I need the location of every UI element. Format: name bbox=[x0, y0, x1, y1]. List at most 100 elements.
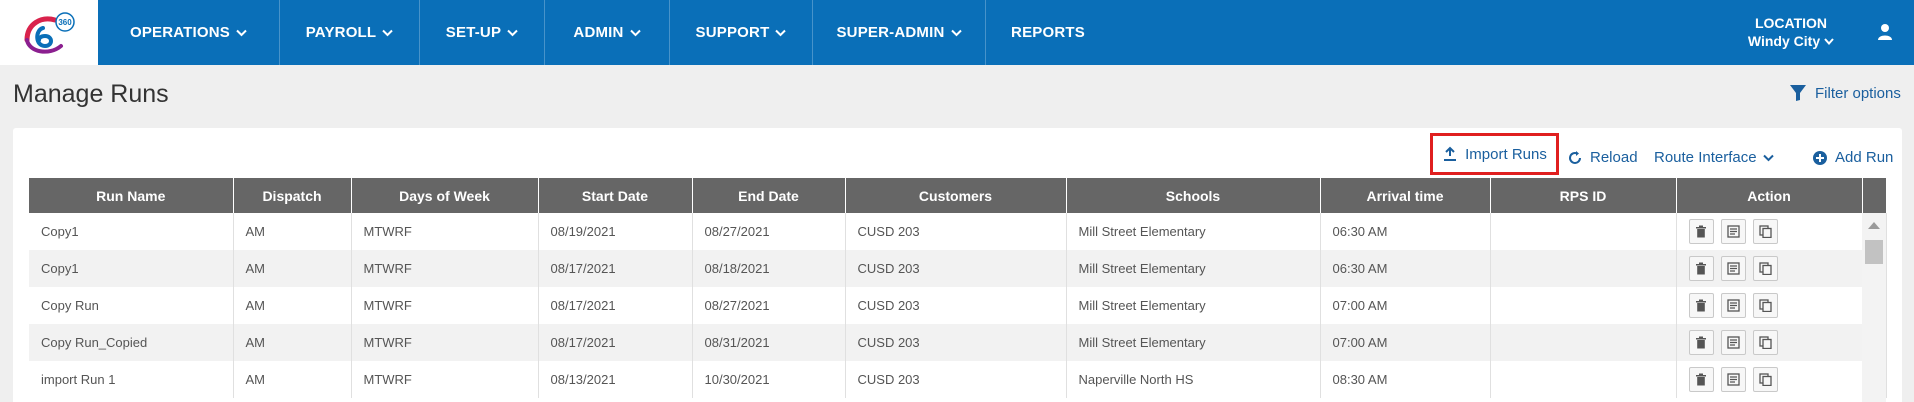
delete-button[interactable] bbox=[1688, 367, 1714, 392]
table-row[interactable]: Copy Run AM MTWRF 08/17/2021 08/27/2021 CUSD … bbox=[29, 287, 1887, 324]
location-selector[interactable]: LOCATION Windy City bbox=[1744, 14, 1838, 50]
cell-end-date: 10/30/2021 bbox=[692, 361, 846, 398]
nav-item-payroll[interactable]: PAYROLL bbox=[280, 0, 420, 65]
notes-button[interactable] bbox=[1720, 256, 1746, 281]
chevron-down-icon bbox=[775, 29, 787, 37]
route-interface-label: Route Interface bbox=[1654, 149, 1757, 166]
column-header-start-date[interactable]: Start Date bbox=[538, 178, 693, 213]
trash-icon bbox=[1695, 336, 1707, 349]
chevron-down-icon bbox=[629, 29, 641, 37]
row-actions bbox=[1688, 293, 1862, 318]
delete-button[interactable] bbox=[1688, 293, 1714, 318]
table-row[interactable]: Copy1 AM MTWRF 08/19/2021 08/27/2021 CUSD 203… bbox=[29, 213, 1887, 250]
nav-item-admin[interactable]: ADMIN bbox=[545, 0, 670, 65]
filter-options-button[interactable]: Filter options bbox=[1789, 84, 1901, 102]
cell-schools: Mill Street Elementary bbox=[1066, 324, 1321, 361]
copy-button[interactable] bbox=[1752, 330, 1778, 355]
cell-arrival-time: 06:30 AM bbox=[1320, 250, 1491, 287]
top-navbar: 360 OPERATIONS PAYROLL SET-UP ADMIN SUPP… bbox=[0, 0, 1914, 65]
runs-table: Run Name Dispatch Days of Week Start Dat… bbox=[29, 178, 1887, 398]
delete-button[interactable] bbox=[1688, 219, 1714, 244]
notes-button[interactable] bbox=[1720, 219, 1746, 244]
cell-start-date: 08/17/2021 bbox=[538, 287, 693, 324]
nav-item-label: OPERATIONS bbox=[129, 24, 231, 41]
chevron-down-icon bbox=[1824, 37, 1834, 45]
app-logo[interactable]: 360 bbox=[0, 0, 98, 65]
cell-dispatch: AM bbox=[233, 213, 352, 250]
cell-schools: Mill Street Elementary bbox=[1066, 287, 1321, 324]
scrollbar-thumb[interactable] bbox=[1865, 240, 1883, 264]
cell-end-date: 08/27/2021 bbox=[692, 213, 846, 250]
copy-button[interactable] bbox=[1752, 256, 1778, 281]
plus-circle-icon bbox=[1813, 150, 1827, 165]
chevron-down-icon bbox=[507, 29, 518, 37]
copy-icon bbox=[1758, 299, 1772, 312]
nav-item-label: SET-UP bbox=[445, 24, 502, 41]
nav-item-support[interactable]: SUPPORT bbox=[670, 0, 813, 65]
column-header-schools[interactable]: Schools bbox=[1066, 178, 1321, 213]
chevron-down-icon bbox=[382, 29, 393, 37]
notes-button[interactable] bbox=[1720, 367, 1746, 392]
route-interface-dropdown[interactable]: Route Interface bbox=[1654, 149, 1781, 166]
nav-item-reports[interactable]: REPORTS bbox=[986, 0, 1110, 65]
cell-days-of-week: MTWRF bbox=[351, 324, 539, 361]
nav-item-setup[interactable]: SET-UP bbox=[420, 0, 545, 65]
location-label: LOCATION bbox=[1754, 15, 1828, 31]
cell-run-name: Copy1 bbox=[29, 250, 234, 287]
nav-item-label: REPORTS bbox=[1011, 24, 1085, 41]
notes-button[interactable] bbox=[1720, 293, 1746, 318]
user-icon[interactable] bbox=[1875, 22, 1895, 42]
column-header-spacer bbox=[1862, 178, 1887, 213]
row-actions bbox=[1688, 367, 1862, 392]
chevron-down-icon bbox=[1762, 154, 1781, 162]
cell-rps-id bbox=[1490, 250, 1677, 287]
import-runs-button[interactable]: Import Runs bbox=[1430, 133, 1559, 175]
cell-customers: CUSD 203 bbox=[845, 287, 1067, 324]
cell-start-date: 08/17/2021 bbox=[538, 250, 693, 287]
cell-days-of-week: MTWRF bbox=[351, 213, 539, 250]
add-run-button[interactable]: Add Run bbox=[1812, 149, 1893, 166]
cell-schools: Mill Street Elementary bbox=[1066, 213, 1321, 250]
delete-button[interactable] bbox=[1688, 256, 1714, 281]
notes-button[interactable] bbox=[1720, 330, 1746, 355]
cell-rps-id bbox=[1490, 213, 1677, 250]
table-header-row: Run Name Dispatch Days of Week Start Dat… bbox=[29, 178, 1887, 213]
nav-item-label: PAYROLL bbox=[305, 24, 377, 41]
cell-days-of-week: MTWRF bbox=[351, 287, 539, 324]
nav-item-label: SUPER-ADMIN bbox=[836, 24, 945, 41]
copy-button[interactable] bbox=[1752, 367, 1778, 392]
cell-days-of-week: MTWRF bbox=[351, 250, 539, 287]
cell-run-name: Copy Run_Copied bbox=[29, 324, 234, 361]
cell-action bbox=[1676, 324, 1863, 361]
column-header-arrival-time[interactable]: Arrival time bbox=[1320, 178, 1491, 213]
cell-arrival-time: 07:00 AM bbox=[1320, 324, 1491, 361]
row-actions bbox=[1688, 330, 1862, 355]
column-header-days-of-week[interactable]: Days of Week bbox=[351, 178, 539, 213]
delete-button[interactable] bbox=[1688, 330, 1714, 355]
column-header-dispatch[interactable]: Dispatch bbox=[233, 178, 352, 213]
runs-table-container: Run Name Dispatch Days of Week Start Dat… bbox=[29, 178, 1887, 398]
column-header-run-name[interactable]: Run Name bbox=[29, 178, 234, 213]
nav-item-super-admin[interactable]: SUPER-ADMIN bbox=[813, 0, 986, 65]
page-title: Manage Runs bbox=[13, 80, 169, 108]
reload-button[interactable]: Reload bbox=[1567, 149, 1638, 166]
cell-start-date: 08/19/2021 bbox=[538, 213, 693, 250]
cell-arrival-time: 07:00 AM bbox=[1320, 287, 1491, 324]
table-row[interactable]: Copy Run_Copied AM MTWRF 08/17/2021 08/31/20… bbox=[29, 324, 1887, 361]
scroll-up-arrow-icon[interactable] bbox=[1868, 222, 1880, 229]
column-header-rps-id[interactable]: RPS ID bbox=[1490, 178, 1677, 213]
copy-button[interactable] bbox=[1752, 219, 1778, 244]
column-header-end-date[interactable]: End Date bbox=[692, 178, 846, 213]
cell-schools: Naperville North HS bbox=[1066, 361, 1321, 398]
cell-action bbox=[1676, 361, 1863, 398]
cell-start-date: 08/13/2021 bbox=[538, 361, 693, 398]
nav-item-operations[interactable]: OPERATIONS bbox=[98, 0, 280, 65]
copy-icon bbox=[1758, 262, 1772, 275]
cell-customers: CUSD 203 bbox=[845, 213, 1067, 250]
column-header-customers[interactable]: Customers bbox=[845, 178, 1067, 213]
reload-label: Reload bbox=[1590, 149, 1638, 166]
table-row[interactable]: import Run 1 AM MTWRF 08/13/2021 10/30/2021 C… bbox=[29, 361, 1887, 398]
table-row[interactable]: Copy1 AM MTWRF 08/17/2021 08/18/2021 CUSD 203… bbox=[29, 250, 1887, 287]
copy-button[interactable] bbox=[1752, 293, 1778, 318]
chevron-down-icon bbox=[236, 29, 247, 37]
